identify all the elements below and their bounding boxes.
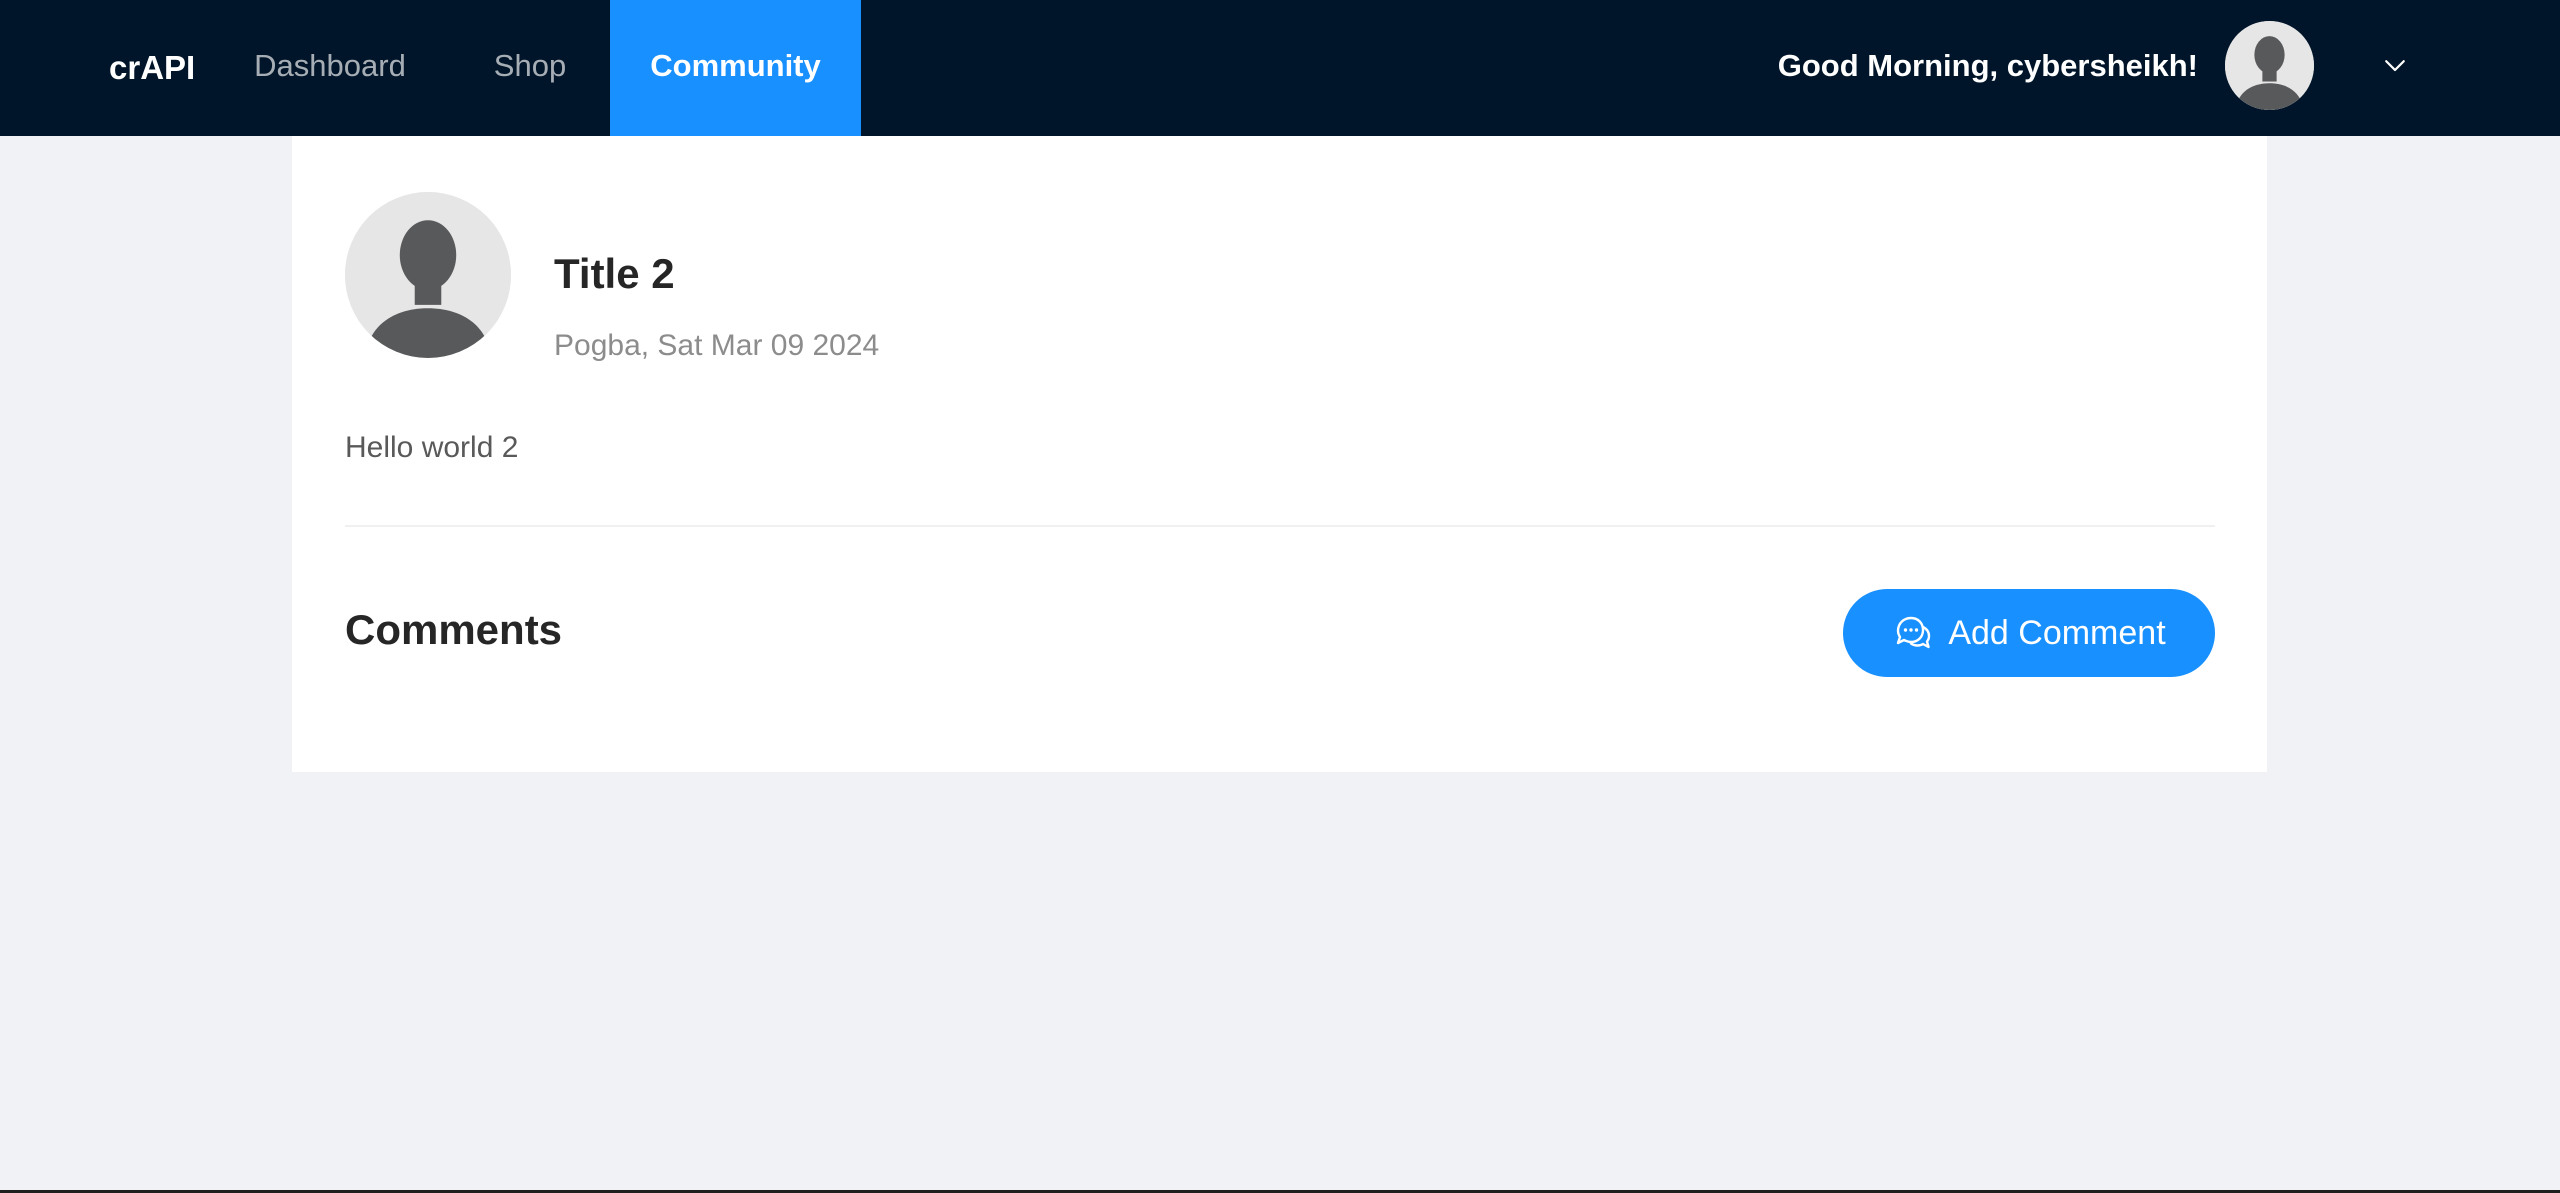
add-comment-label: Add Comment <box>1948 613 2166 652</box>
post-content: Hello world 2 <box>345 431 519 464</box>
chevron-down-icon[interactable] <box>2380 50 2410 80</box>
nav-item-dashboard[interactable]: Dashboard <box>210 0 450 136</box>
post-title: Title 2 <box>554 250 675 297</box>
chevron-glyph <box>2385 60 2405 72</box>
comment-icon <box>1892 613 1932 653</box>
nav-item-shop[interactable]: Shop <box>450 0 610 136</box>
avatar-silhouette <box>2225 21 2314 110</box>
user-avatar-icon[interactable] <box>2225 21 2314 110</box>
comments-heading: Comments <box>345 606 563 653</box>
user-avatar-icon <box>345 192 511 358</box>
top-navigation-bar: crAPI Dashboard Shop Community Good Morn… <box>0 0 2560 136</box>
user-greeting: Good Morning, cybersheikh! <box>1777 48 2198 83</box>
post-author-date: Pogba, Sat Mar 09 2024 <box>554 329 880 362</box>
app-logo[interactable]: crAPI <box>109 0 195 136</box>
divider <box>345 525 2215 527</box>
avatar-silhouette <box>345 192 511 358</box>
post-card: Title 2 Pogba, Sat Mar 09 2024 Hello wor… <box>292 136 2267 772</box>
add-comment-button[interactable]: Add Comment <box>1843 589 2215 677</box>
nav-item-community[interactable]: Community <box>610 0 861 136</box>
